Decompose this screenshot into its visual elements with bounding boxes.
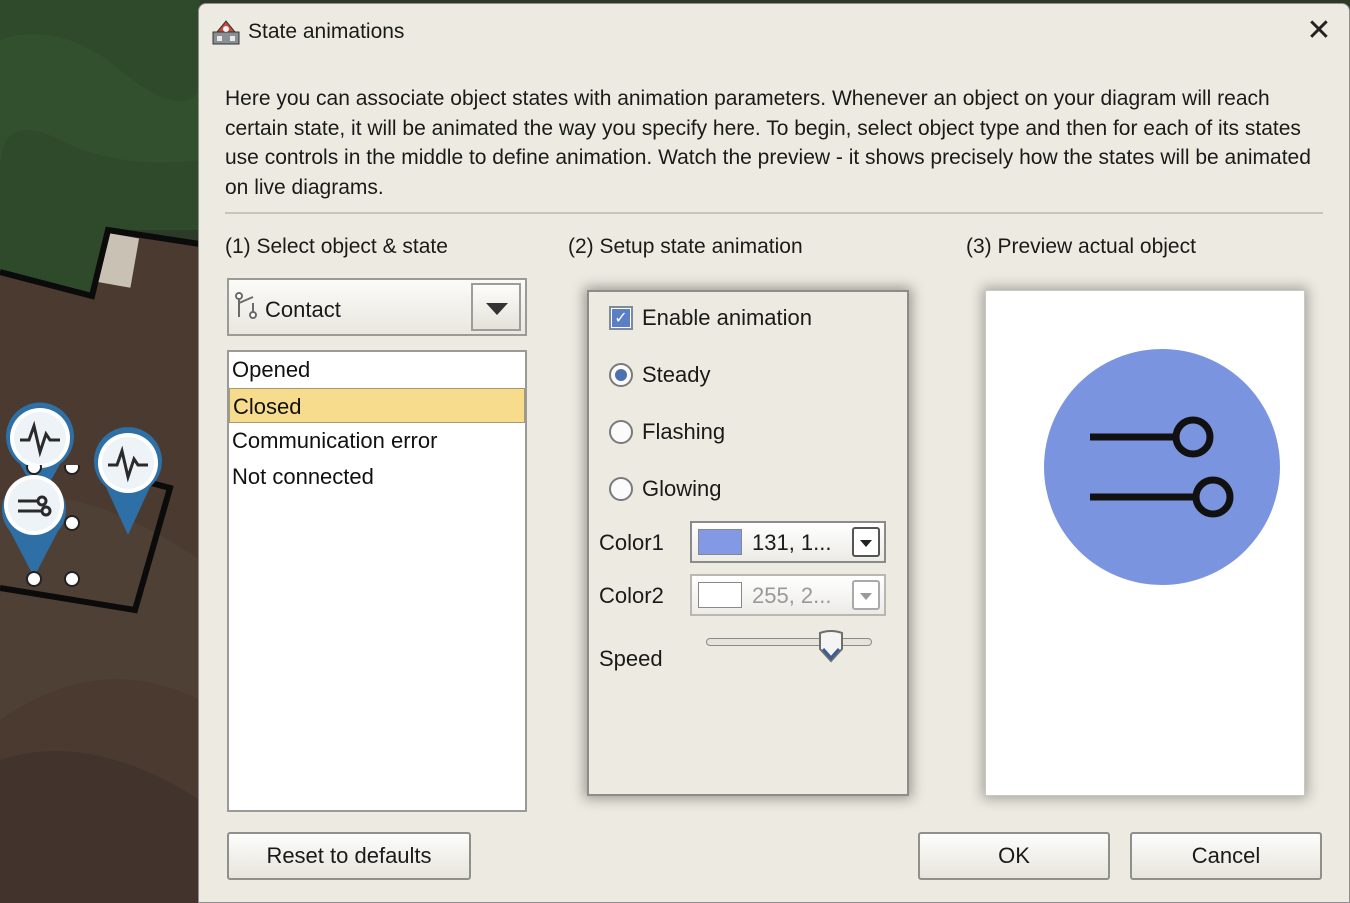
background-map — [0, 0, 200, 903]
dialog-title: State animations — [248, 20, 405, 43]
map-pin-selected-contact[interactable] — [0, 465, 80, 590]
list-item[interactable]: Communication error — [229, 423, 525, 459]
check-icon: ✓ — [612, 309, 630, 327]
flashing-label: Flashing — [642, 419, 726, 444]
contact-icon — [235, 292, 257, 319]
preview-heading: (3) Preview actual object — [966, 235, 1196, 258]
title-bar[interactable]: State animations ✕ — [199, 4, 1349, 62]
color1-value: 131, 1... — [752, 530, 832, 555]
close-button[interactable]: ✕ — [1303, 16, 1335, 48]
steady-label: Steady — [642, 362, 711, 387]
object-type-select[interactable]: Contact — [227, 278, 527, 336]
speed-slider-thumb[interactable] — [817, 630, 845, 664]
color1-picker[interactable]: 131, 1... — [690, 521, 886, 563]
chevron-down-icon[interactable] — [852, 527, 880, 557]
animation-setup-panel: ✓ Enable animation Steady Flashing Glowi… — [587, 290, 909, 796]
preview-object — [1044, 349, 1280, 585]
glowing-radio[interactable] — [609, 477, 633, 501]
flashing-radio[interactable] — [609, 420, 633, 444]
preview-circle — [1044, 349, 1280, 585]
cancel-button[interactable]: Cancel — [1130, 832, 1322, 880]
enable-animation-row[interactable]: ✓ Enable animation — [609, 303, 812, 333]
color1-swatch — [698, 529, 742, 555]
mode-steady-row[interactable]: Steady — [609, 360, 711, 390]
divider — [225, 212, 1323, 214]
speed-label: Speed — [599, 646, 663, 671]
setup-animation-heading: (2) Setup state animation — [568, 235, 803, 258]
list-item[interactable]: Opened — [229, 352, 525, 388]
color2-label: Color2 — [599, 583, 664, 608]
ok-button[interactable]: OK — [918, 832, 1110, 880]
reset-defaults-button[interactable]: Reset to defaults — [227, 832, 471, 880]
glowing-label: Glowing — [642, 476, 722, 501]
color2-picker: 255, 2... — [690, 574, 886, 616]
select-object-heading: (1) Select object & state — [225, 235, 448, 258]
preview-panel — [985, 290, 1305, 796]
steady-radio[interactable] — [609, 363, 633, 387]
state-list[interactable]: Opened Closed Communication error Not co… — [227, 350, 527, 812]
enable-animation-checkbox[interactable]: ✓ — [609, 306, 633, 330]
color1-label: Color1 — [599, 530, 664, 555]
enable-animation-label: Enable animation — [642, 305, 813, 330]
speed-slider-track[interactable] — [706, 638, 872, 646]
chevron-down-icon[interactable] — [471, 283, 521, 331]
state-animations-dialog: State animations ✕ Here you can associat… — [198, 3, 1350, 903]
list-item[interactable]: Closed — [229, 387, 525, 423]
chevron-down-icon — [852, 580, 880, 610]
color2-value: 255, 2... — [752, 583, 832, 608]
intro-text: Here you can associate object states wit… — [225, 87, 1311, 199]
mode-glowing-row[interactable]: Glowing — [609, 474, 721, 504]
app-icon — [212, 20, 240, 45]
object-type-value: Contact — [265, 297, 341, 322]
map-pin-pulse[interactable] — [90, 425, 166, 540]
color2-swatch — [698, 582, 742, 608]
mode-flashing-row[interactable]: Flashing — [609, 417, 725, 447]
list-item[interactable]: Not connected — [229, 459, 525, 495]
